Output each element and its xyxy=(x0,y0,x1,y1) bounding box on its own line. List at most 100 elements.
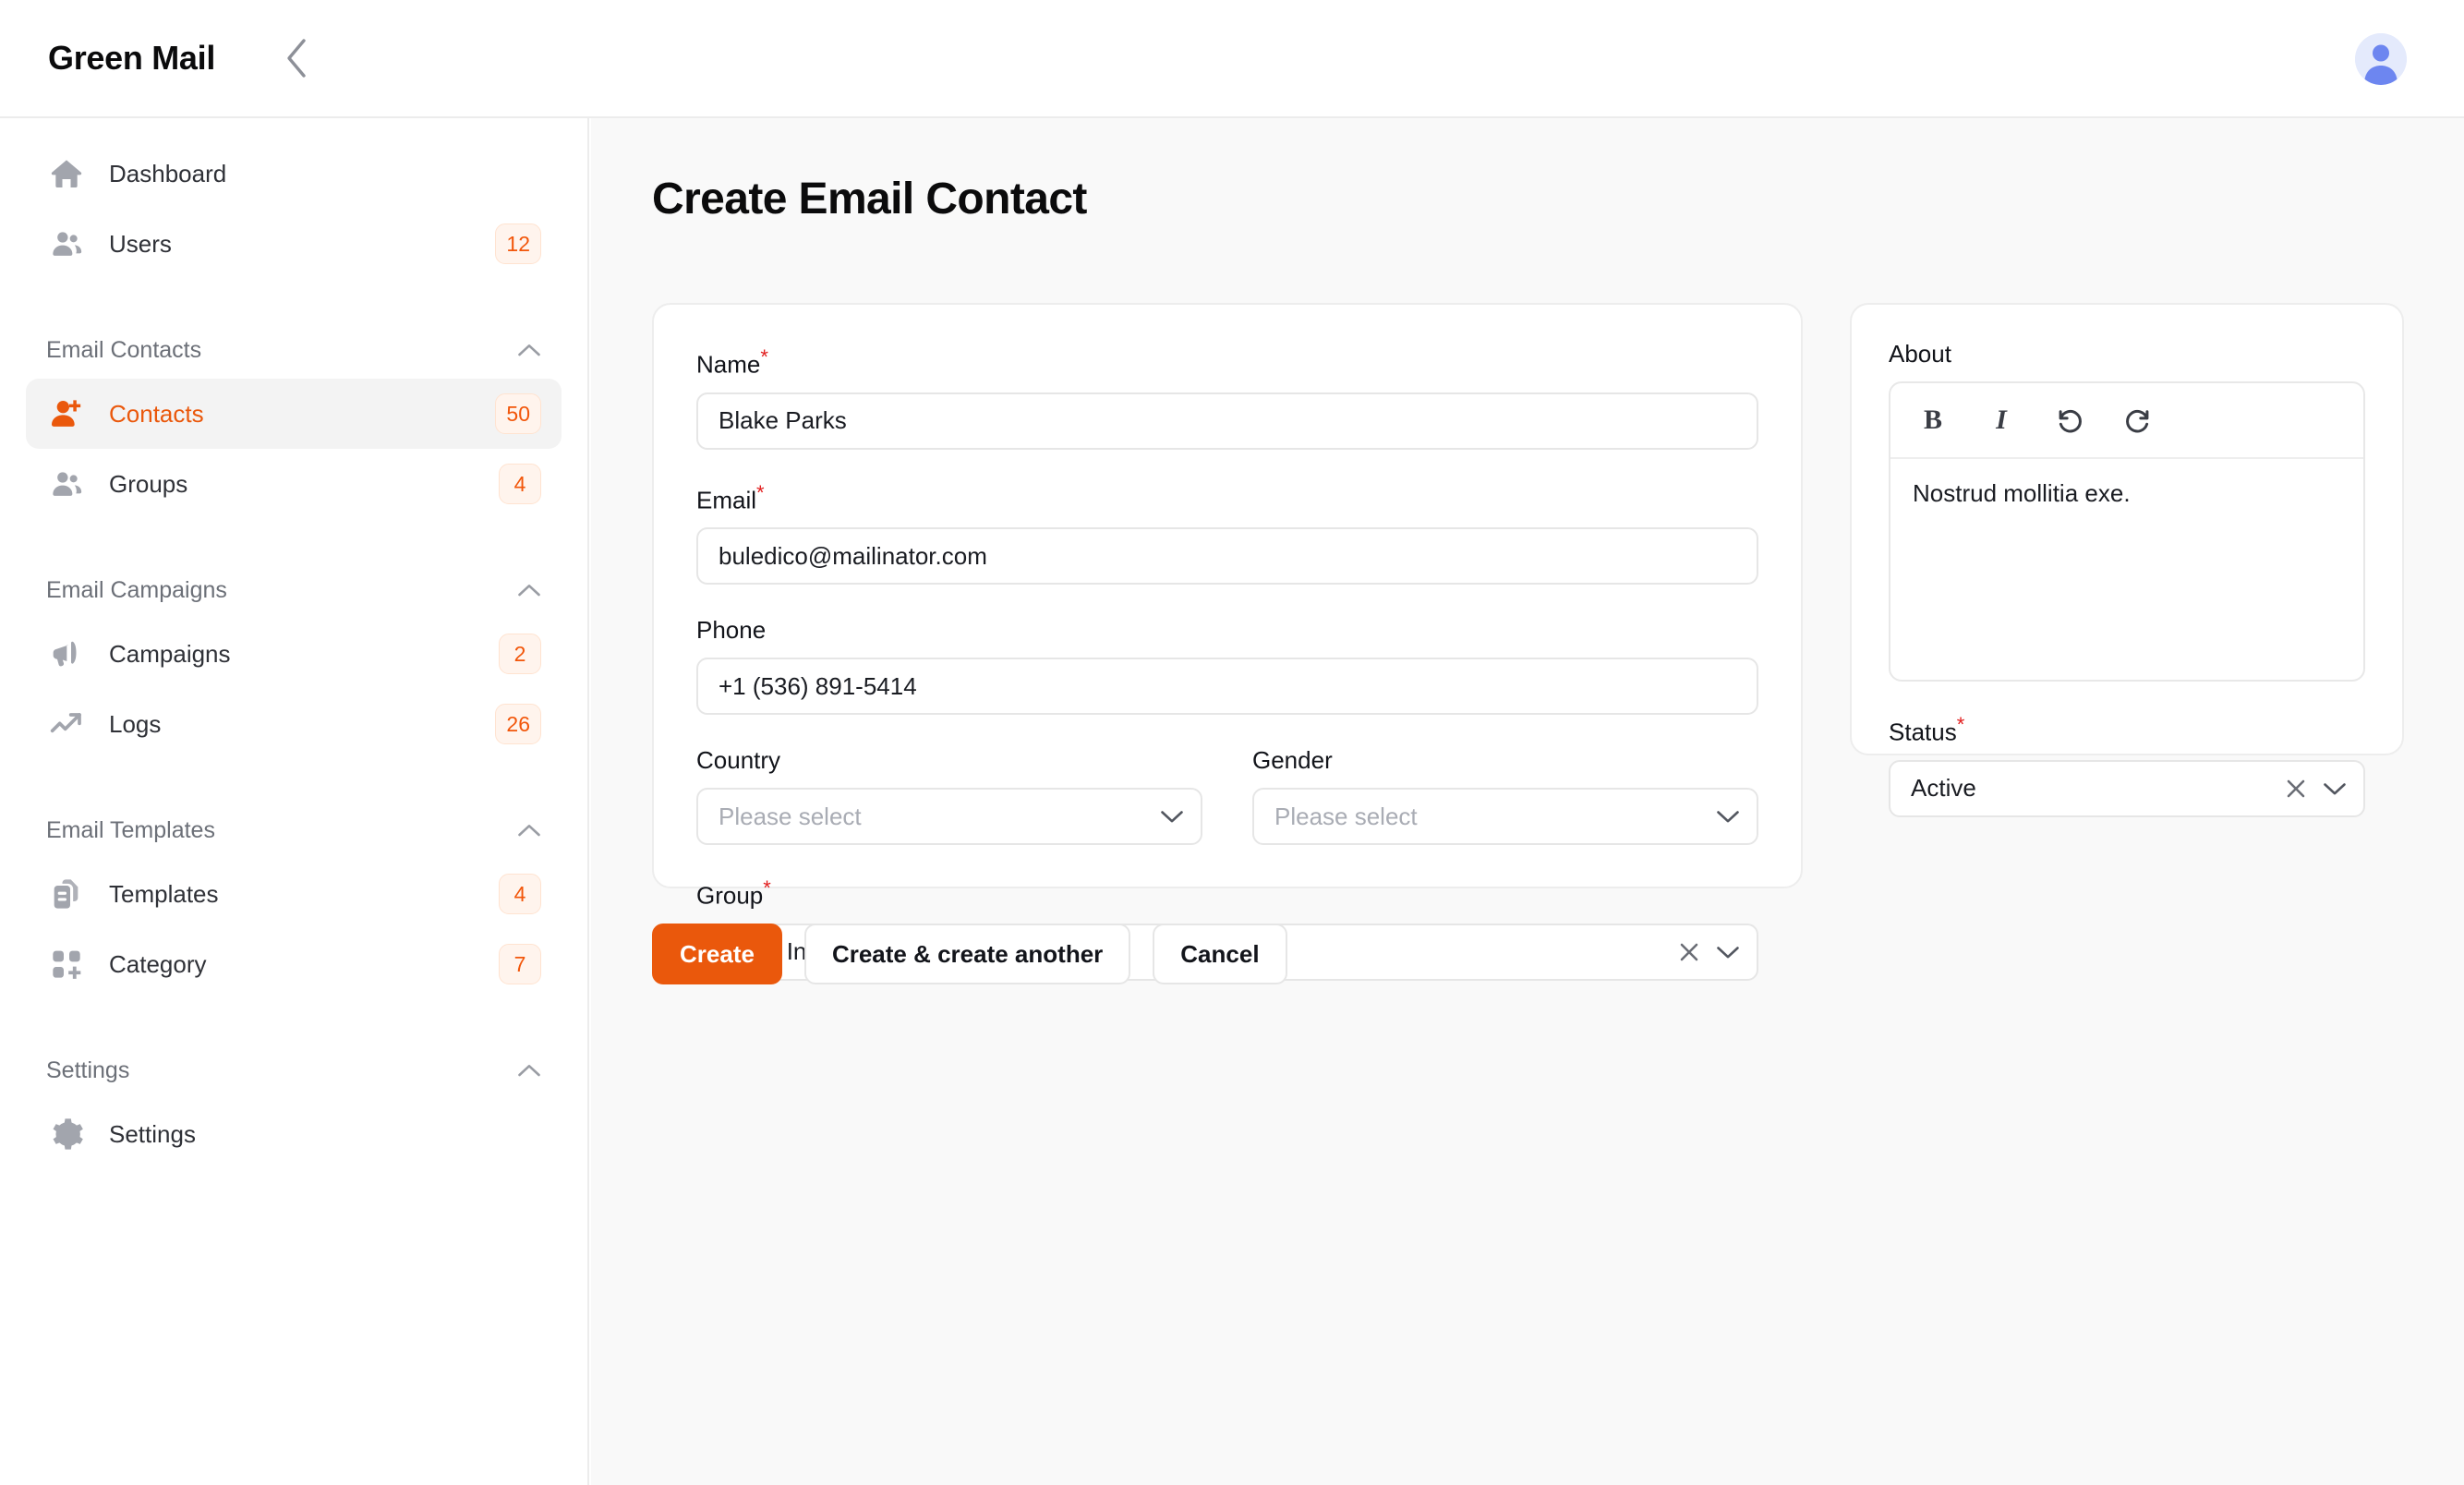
sidebar-item-label: Settings xyxy=(109,1120,196,1149)
avatar[interactable] xyxy=(2355,33,2407,85)
sidebar-item-label: Templates xyxy=(109,880,219,909)
sidebar-collapse-button[interactable] xyxy=(271,32,322,84)
country-label: Country xyxy=(696,746,1202,775)
create-and-create-another-button[interactable]: Create & create another xyxy=(804,924,1130,984)
redo-icon[interactable] xyxy=(2116,398,2160,442)
phone-input[interactable]: +1 (536) 891-5414 xyxy=(696,658,1758,715)
bold-icon[interactable]: B xyxy=(1911,398,1955,442)
users-icon xyxy=(46,223,87,264)
sidebar-group-title: Email Contacts xyxy=(26,337,201,364)
megaphone-icon xyxy=(46,634,87,674)
chevron-up-icon[interactable] xyxy=(517,1063,562,1078)
sidebar-badge-logs: 26 xyxy=(495,704,541,744)
required-asterisk: * xyxy=(760,345,768,368)
form-actions: Create Create & create another Cancel xyxy=(652,924,1287,984)
sidebar-badge-category: 7 xyxy=(499,944,541,984)
chevron-down-icon[interactable] xyxy=(1160,809,1184,824)
trending-up-icon xyxy=(46,704,87,744)
sidebar-badge-contacts: 50 xyxy=(495,393,541,434)
sidebar-item-logs[interactable]: Logs 26 xyxy=(26,689,562,759)
sidebar-item-dashboard[interactable]: Dashboard xyxy=(26,139,562,209)
name-field-block: Name* Blake Parks xyxy=(696,345,1758,450)
group-label: Group* xyxy=(696,876,1758,911)
sidebar-group-settings[interactable]: Settings xyxy=(26,1042,562,1099)
sidebar-item-groups[interactable]: Groups 4 xyxy=(26,449,562,519)
status-field-block: Status* Active xyxy=(1889,713,2365,817)
status-select-value: Active xyxy=(1911,774,2284,803)
gender-label: Gender xyxy=(1252,746,1758,775)
sidebar-item-settings[interactable]: Settings xyxy=(26,1099,562,1169)
name-input-value: Blake Parks xyxy=(719,406,847,435)
required-asterisk: * xyxy=(763,876,771,899)
about-editor-toolbar: B I xyxy=(1890,383,2363,459)
about-editor-content[interactable]: Nostrud mollitia exe. xyxy=(1890,459,2363,528)
chevron-down-icon[interactable] xyxy=(2323,781,2347,796)
sidebar-badge-groups: 4 xyxy=(499,464,541,504)
users-icon xyxy=(46,464,87,504)
sidebar-item-label: Contacts xyxy=(109,400,204,429)
country-field-block: Country Please select xyxy=(696,746,1202,845)
documents-icon xyxy=(46,874,87,914)
chevron-up-icon[interactable] xyxy=(517,343,562,357)
chevron-down-icon[interactable] xyxy=(1716,809,1740,824)
email-input[interactable]: buledico@mailinator.com xyxy=(696,527,1758,585)
chevron-down-icon[interactable] xyxy=(1716,945,1740,960)
phone-label: Phone xyxy=(696,616,1758,645)
close-icon[interactable] xyxy=(2284,777,2308,801)
sidebar: Dashboard Users 12 Email Contacts xyxy=(0,118,589,1485)
sidebar-item-templates[interactable]: Templates 4 xyxy=(26,859,562,929)
sidebar-group-title: Email Templates xyxy=(26,817,215,844)
sidebar-item-label: Category xyxy=(109,950,207,979)
status-label: Status* xyxy=(1889,713,2365,747)
close-icon[interactable] xyxy=(1677,940,1701,964)
sidebar-item-users[interactable]: Users 12 xyxy=(26,209,562,279)
sidebar-badge-campaigns: 2 xyxy=(499,634,541,674)
user-avatar-icon xyxy=(2355,33,2407,85)
sidebar-group-email-templates[interactable]: Email Templates xyxy=(26,802,562,859)
sidebar-item-label: Dashboard xyxy=(109,160,226,188)
app-brand-title: Green Mail xyxy=(48,39,215,78)
required-asterisk: * xyxy=(1957,713,1965,736)
email-input-value: buledico@mailinator.com xyxy=(719,542,987,571)
about-status-card: About B I xyxy=(1850,303,2404,755)
status-select[interactable]: Active xyxy=(1889,760,2365,817)
chevron-up-icon[interactable] xyxy=(517,823,562,838)
page-title: Create Email Contact xyxy=(652,174,1087,224)
phone-field-block: Phone +1 (536) 891-5414 xyxy=(696,616,1758,715)
about-editor[interactable]: B I Nostrud molli xyxy=(1889,381,2365,682)
sidebar-group-title: Settings xyxy=(26,1057,129,1084)
required-asterisk: * xyxy=(756,481,765,504)
phone-input-value: +1 (536) 891-5414 xyxy=(719,672,917,701)
contact-form-card: Name* Blake Parks Email* buledico@mailin… xyxy=(652,303,1803,888)
chevron-up-icon[interactable] xyxy=(517,583,562,598)
sidebar-item-contacts[interactable]: Contacts 50 xyxy=(26,379,562,449)
about-field-block: About B I xyxy=(1889,340,2365,682)
sidebar-group-title: Email Campaigns xyxy=(26,577,227,604)
sidebar-item-label: Logs xyxy=(109,710,161,739)
about-label: About xyxy=(1889,340,2365,368)
name-input[interactable]: Blake Parks xyxy=(696,392,1758,450)
undo-icon[interactable] xyxy=(2047,398,2092,442)
italic-icon[interactable]: I xyxy=(1979,398,2023,442)
country-select-placeholder: Please select xyxy=(719,803,1160,831)
main-content: Create Email Contact Name* Blake Parks E… xyxy=(591,118,2464,1485)
sidebar-badge-users: 12 xyxy=(495,223,541,264)
cancel-button[interactable]: Cancel xyxy=(1153,924,1286,984)
country-select[interactable]: Please select xyxy=(696,788,1202,845)
gender-select[interactable]: Please select xyxy=(1252,788,1758,845)
sidebar-item-category[interactable]: Category 7 xyxy=(26,929,562,999)
sidebar-group-email-campaigns[interactable]: Email Campaigns xyxy=(26,561,562,619)
email-label: Email* xyxy=(696,481,1758,515)
gender-field-block: Gender Please select xyxy=(1252,746,1758,845)
country-gender-row: Country Please select Gender Please sele… xyxy=(696,746,1758,845)
sidebar-group-email-contacts[interactable]: Email Contacts xyxy=(26,321,562,379)
create-button[interactable]: Create xyxy=(652,924,782,984)
sidebar-item-label: Groups xyxy=(109,470,187,499)
sidebar-item-label: Users xyxy=(109,230,172,259)
home-icon xyxy=(46,153,87,194)
sidebar-badge-templates: 4 xyxy=(499,874,541,914)
gender-select-placeholder: Please select xyxy=(1274,803,1716,831)
sidebar-item-campaigns[interactable]: Campaigns 2 xyxy=(26,619,562,689)
email-field-block: Email* buledico@mailinator.com xyxy=(696,481,1758,586)
gear-icon xyxy=(46,1114,87,1154)
